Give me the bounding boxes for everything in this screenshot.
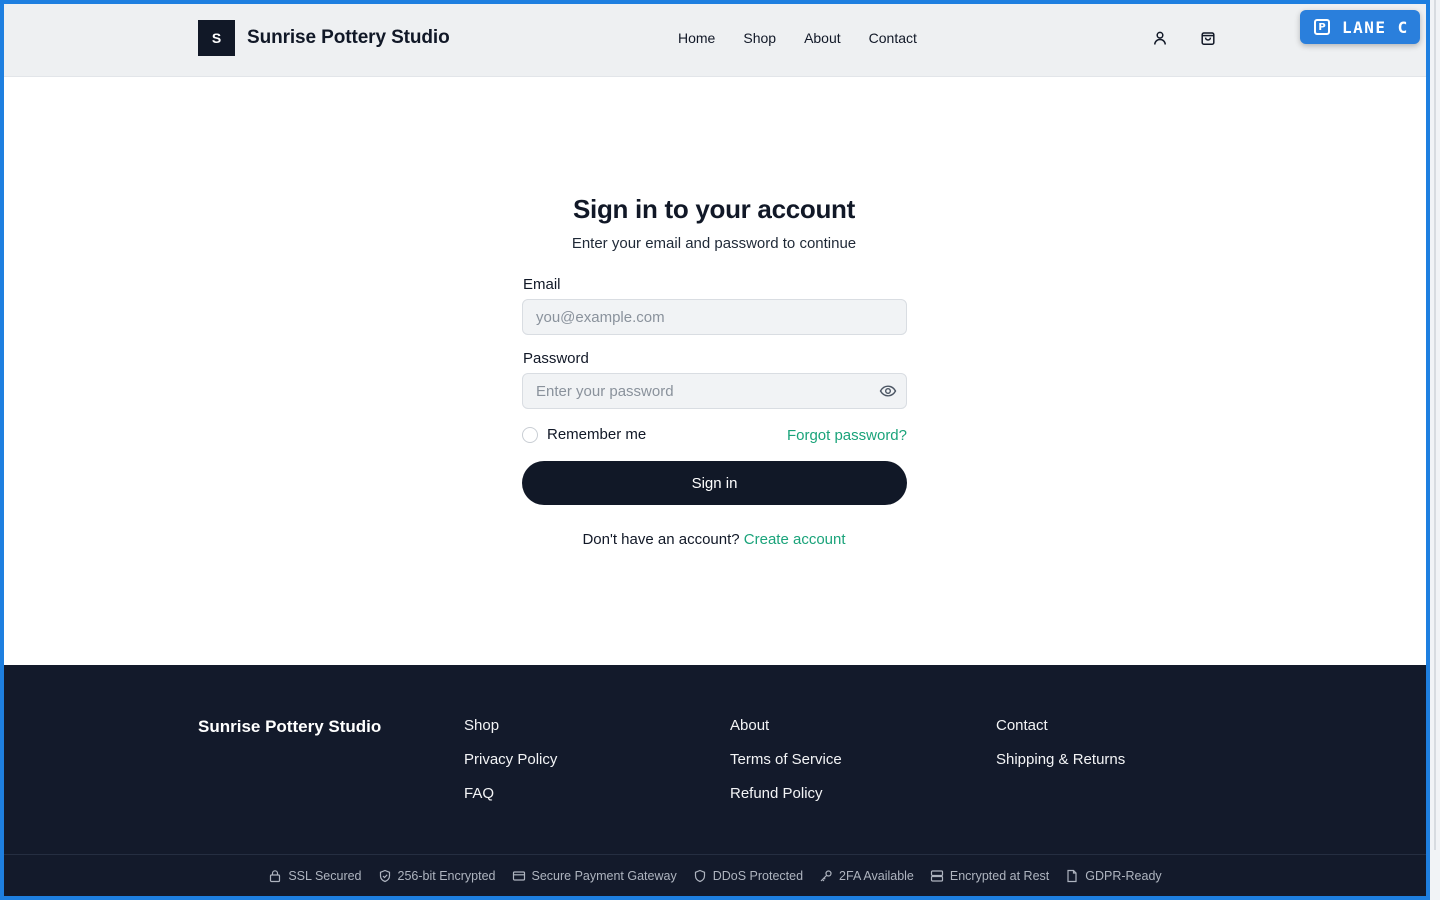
footer-link-terms[interactable]: Terms of Service [730,751,842,768]
trust-badge: Secure Payment Gateway [512,869,677,883]
footer-column-1: Shop Privacy Policy FAQ [464,717,557,802]
trust-badge-label: GDPR-Ready [1085,869,1162,883]
user-icon[interactable] [1151,29,1169,47]
footer-link-contact[interactable]: Contact [996,717,1125,734]
trust-badge-label: SSL Secured [288,869,362,883]
nav-about[interactable]: About [804,30,841,46]
remember-me-toggle[interactable] [522,426,538,443]
server-icon [930,870,943,882]
trust-badge: GDPR-Ready [1065,869,1162,883]
trust-badge-label: 256-bit Encrypted [397,869,496,883]
page-title: Sign in to your account [573,194,855,224]
document-icon [1067,869,1077,883]
shield-check-icon [379,869,390,883]
trust-badge-label: Secure Payment Gateway [531,869,677,883]
footer-column-2: About Terms of Service Refund Policy [730,717,842,802]
trust-badges: SSL Secured 256-bit Encrypted Secure Pay… [4,869,1426,883]
trust-badge: DDoS Protected [693,869,803,883]
trust-badge-label: DDoS Protected [712,869,804,883]
shield-icon [694,869,705,883]
trust-badge: 256-bit Encrypted [378,869,496,883]
site-footer: Sunrise Pottery Studio Shop Privacy Poli… [4,665,1426,900]
no-account-text: Don't have an account? [582,531,740,548]
footer-link-faq[interactable]: FAQ [464,785,557,802]
trust-badge-label: Encrypted at Rest [949,869,1050,883]
site-header: S Sunrise Pottery Studio Home Shop About… [4,4,1426,77]
trust-badge: 2FA Available [819,869,914,883]
password-label: Password [523,350,589,367]
trust-badge: Encrypted at Rest [930,869,1049,883]
brand-name[interactable]: Sunrise Pottery Studio [247,27,450,49]
credit-card-icon [512,871,525,881]
trust-badge-label: 2FA Available [839,869,914,883]
lane-label: LANE C [1342,17,1409,37]
email-label: Email [523,276,561,293]
key-icon [820,870,832,882]
footer-link-refund-policy[interactable]: Refund Policy [730,785,842,802]
footer-divider [4,854,1426,855]
lane-badge: P LANE C [1300,10,1420,44]
parking-icon: P [1314,19,1330,35]
logo[interactable]: S [198,20,235,56]
eye-icon[interactable] [879,383,897,399]
page-subtitle: Enter your email and password to continu… [571,235,857,252]
footer-column-3: Contact Shipping & Returns [996,717,1125,768]
footer-link-shipping-returns[interactable]: Shipping & Returns [996,751,1125,768]
scrollbar[interactable] [1426,0,1440,900]
password-field[interactable] [522,373,907,409]
nav-contact[interactable]: Contact [869,30,917,46]
create-account-link[interactable]: Create account [744,531,846,548]
remember-me-label: Remember me [547,426,647,443]
nav-shop[interactable]: Shop [743,30,776,46]
footer-link-privacy-policy[interactable]: Privacy Policy [464,751,557,768]
trust-badge: SSL Secured [268,869,362,883]
sign-in-button[interactable]: Sign in [522,461,907,505]
shopping-bag-icon[interactable] [1199,29,1217,47]
remember-me-checkbox[interactable]: Remember me [522,426,646,443]
main-nav: Home Shop About Contact [678,30,917,46]
footer-link-shop[interactable]: Shop [464,717,557,734]
lock-icon [270,870,281,883]
footer-brand: Sunrise Pottery Studio [198,717,382,736]
footer-link-about[interactable]: About [730,717,842,734]
email-field[interactable] [522,299,907,335]
forgot-password-link[interactable]: Forgot password? [787,427,907,444]
signup-prompt: Don't have an account? Create account [0,531,1428,548]
nav-home[interactable]: Home [678,30,715,46]
